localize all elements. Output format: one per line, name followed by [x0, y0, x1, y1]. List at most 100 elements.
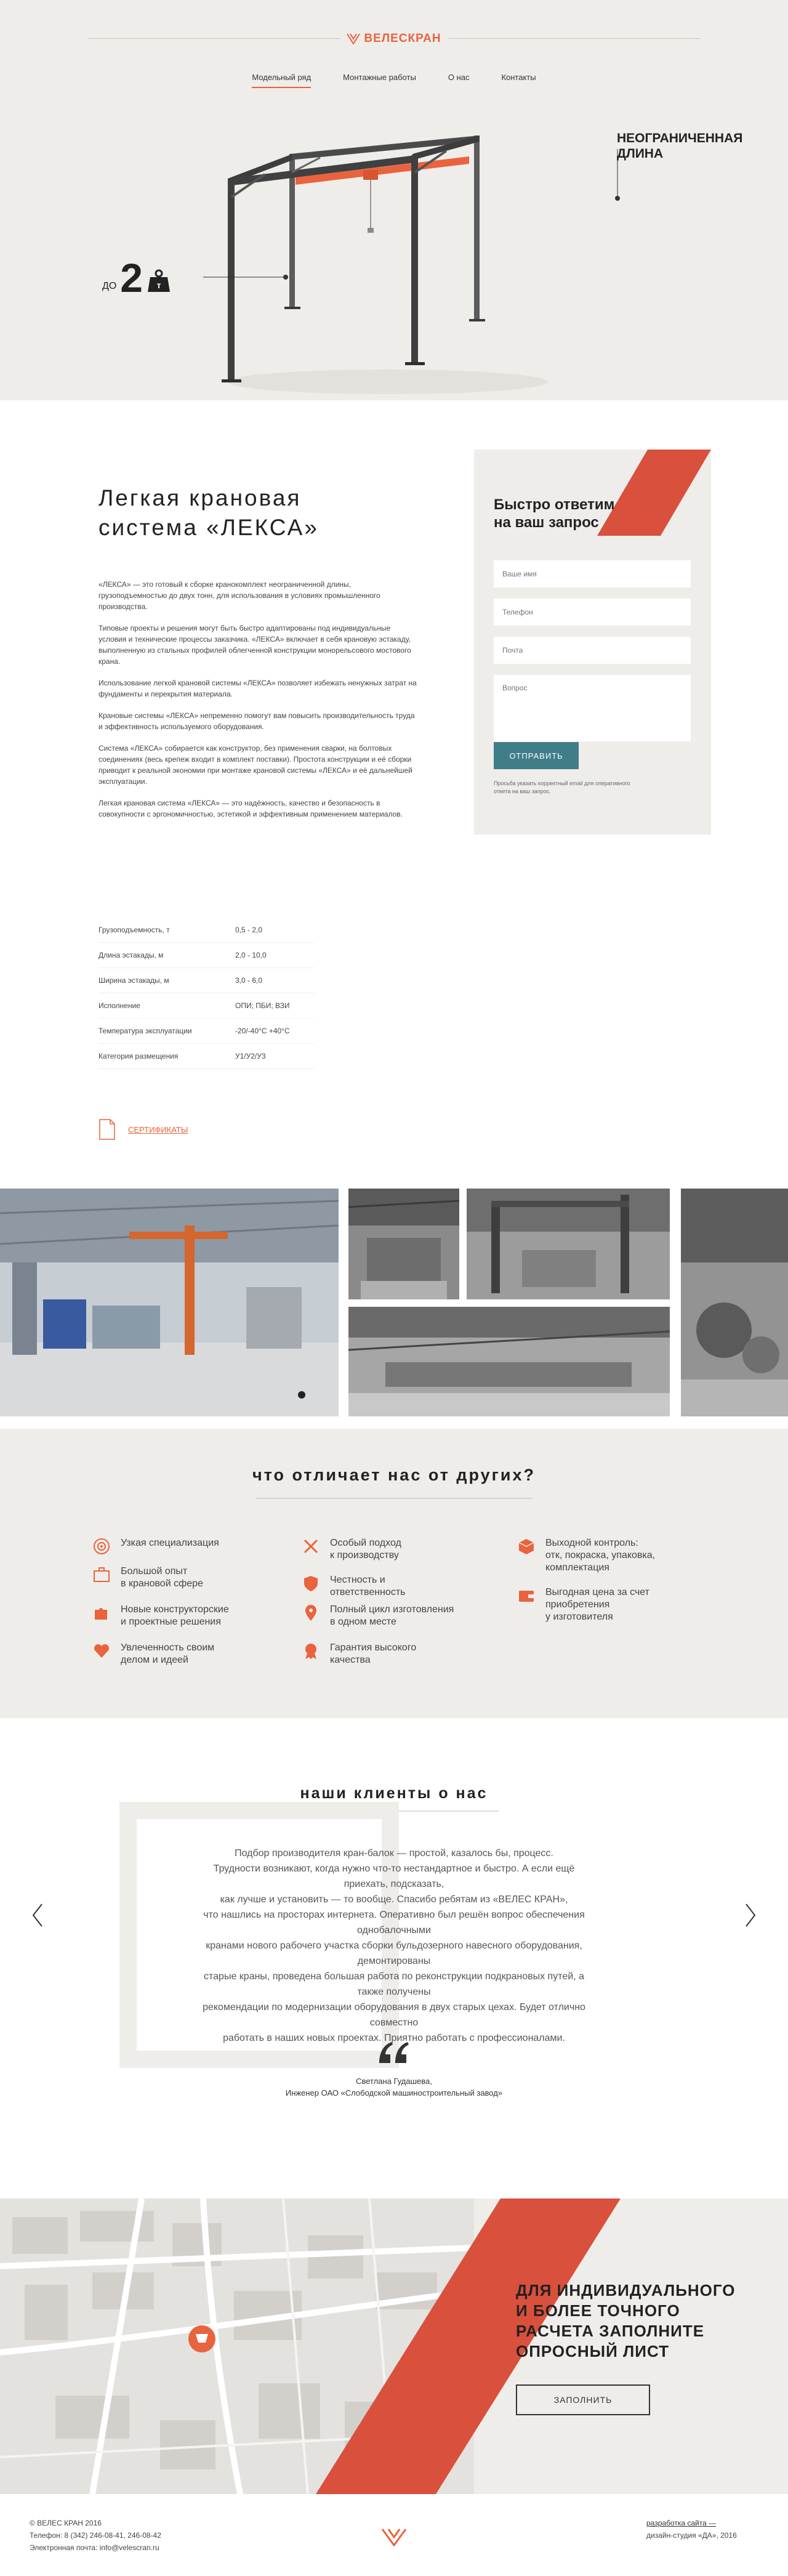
badge-icon — [305, 1644, 316, 1659]
feature-item: Новые конструкторские и проектные решения — [92, 1604, 252, 1628]
footer-contacts: © ВЕЛЕС КРАН 2016 Телефон: 8 (342) 246-0… — [30, 2517, 161, 2554]
certificates-label[interactable]: СЕРТИФИКАТЫ — [128, 1125, 188, 1134]
review-author-block: Светлана Гудашева, Инженер ОАО «Слободск… — [209, 2075, 579, 2099]
nav-item-installation[interactable]: Монтажные работы — [343, 73, 416, 88]
feature-text: качества — [330, 1655, 371, 1665]
features-section: что отличает нас от других? Узкая специа… — [0, 1429, 788, 1718]
review-line: что нашлись на просторах интернета. Опер… — [203, 1910, 585, 1936]
gallery-photo-2[interactable] — [467, 1189, 670, 1299]
spec-row: Температура эксплуатации -20/-40°С +40°С — [98, 1019, 314, 1044]
gallery-photo-1[interactable] — [348, 1189, 459, 1299]
description-paragraph: Система «ЛЕКСА» собирается как конструкт… — [98, 744, 412, 786]
spec-name: Грузоподъемность, т — [98, 926, 170, 934]
feature-text: Полный цикл изготовления — [330, 1604, 454, 1615]
form-title: Быстро ответим на ваш запрос — [494, 496, 614, 531]
review-text: Подбор производителя кран-балок — просто… — [197, 1846, 591, 2046]
wallet-icon — [519, 1591, 534, 1602]
feature-item: Честность и ответственность — [302, 1574, 462, 1599]
question-field[interactable] — [494, 675, 691, 741]
feature-item: Полный цикл изготовления в одном месте — [302, 1604, 462, 1628]
logo[interactable]: ВЕЛЕСКРАН — [340, 30, 448, 48]
gallery-photo-workshop[interactable] — [0, 1189, 339, 1416]
feature-text: Выгодная цена за счет — [545, 1587, 649, 1597]
feature-text: отк, покраска, упаковка, — [545, 1550, 656, 1561]
location-icon — [305, 1605, 316, 1621]
phones: Телефон: 8 (342) 246-08-41, 246-08-42 — [30, 2531, 161, 2540]
footer-logo-icon[interactable] — [381, 2528, 407, 2546]
nav-item-models[interactable]: Модельный ряд — [252, 73, 312, 88]
submit-button[interactable]: ОТПРАВИТЬ — [494, 742, 579, 769]
description-paragraph: Использование легкой крановой системы «Л… — [98, 679, 417, 698]
spec-value: У1/У2/У3 — [235, 1052, 266, 1060]
cta-title-line: ДЛЯ ИНДИВИДУАЛЬНОГО — [516, 2281, 736, 2299]
spec-name: Ширина эстакады, м — [98, 976, 169, 985]
feature-text: приобретения — [545, 1599, 610, 1610]
feature-item: Особый подход к производству — [302, 1537, 462, 1562]
capacity-value: 2 — [120, 255, 143, 301]
feature-text: делом и идеей — [121, 1655, 188, 1665]
feature-item: Выходной контроль: отк, покраска, упаковк… — [517, 1537, 677, 1574]
logo-mark-icon — [347, 33, 361, 44]
length-callout-line2: ДЛИНА — [617, 147, 664, 161]
fill-questionnaire-button[interactable]: ЗАПОЛНИТЬ — [516, 2384, 650, 2415]
description-paragraph: «ЛЕКСА» — это готовый к сборке кранокомп… — [98, 580, 380, 611]
spec-value: 0,5 - 2,0 — [235, 926, 263, 934]
feature-text: Узкая специализация — [121, 1538, 219, 1548]
name-field[interactable] — [494, 560, 691, 587]
spec-row: Ширина эстакады, м 3,0 - 6,0 — [98, 968, 314, 993]
phone-field[interactable] — [494, 599, 691, 626]
spec-value: ОПИ; ПБИ; ВЗИ — [235, 1001, 290, 1010]
quote-icon — [379, 2042, 409, 2063]
review-author: Светлана Гудашева, — [356, 2077, 432, 2086]
feature-text: Гарантия высокого — [330, 1642, 417, 1653]
review-author-position: Инженер ОАО «Слободской машиностроительн… — [285, 2088, 503, 2098]
review-line: как лучше и установить — то вообще. Спас… — [220, 1894, 568, 1905]
certificates-link[interactable]: СЕРТИФИКАТЫ — [98, 1118, 188, 1141]
features-title: что отличает нас от других? — [252, 1466, 536, 1484]
product-title-line1: Легкая крановая — [98, 485, 302, 511]
spec-value: 3,0 - 6,0 — [235, 976, 263, 985]
capacity-prefix: ДО — [102, 281, 117, 291]
quick-request-form: Быстро ответим на ваш запрос — [474, 450, 711, 834]
shield-icon — [304, 1576, 318, 1591]
reviews-title: наши клиенты о нас — [300, 1785, 488, 1802]
form-title-line2: на ваш запрос — [494, 514, 599, 531]
arrow-right-icon[interactable] — [742, 1902, 758, 1929]
feature-item: Узкая специализация — [92, 1537, 252, 1556]
nav-item-contacts[interactable]: Контакты — [501, 73, 536, 88]
cta-title-line: ОПРОСНЫЙ ЛИСТ — [516, 2342, 669, 2360]
feature-text: и проектные решения — [121, 1617, 221, 1627]
features-underline — [255, 1498, 533, 1499]
description-paragraph: Типовые проекты и решения могут быть быс… — [98, 624, 411, 666]
spec-value: 2,0 - 10,0 — [235, 951, 267, 959]
cta-title: ДЛЯ ИНДИВИДУАЛЬНОГО И БОЛЕЕ ТОЧНОГО РАСЧ… — [516, 2280, 736, 2362]
form-title-line1: Быстро ответим — [494, 496, 615, 513]
nav-item-about[interactable]: О нас — [448, 73, 470, 88]
gallery-photo-3[interactable] — [348, 1307, 670, 1416]
heart-icon — [94, 1644, 110, 1658]
gallery-photo-4[interactable] — [681, 1189, 788, 1416]
review-line: старые краны, проведена большая работа п… — [204, 1971, 584, 1997]
length-callout-line1: НЕОГРАНИЧЕННАЯ — [617, 131, 743, 145]
cta-title-line: И БОЛЕЕ ТОЧНОГО — [516, 2301, 680, 2320]
description-paragraph: Легкая крановая система «ЛЕКСА» — это на… — [98, 799, 403, 818]
spec-name: Категория размещения — [98, 1052, 179, 1060]
developer-link[interactable]: разработка сайта — — [646, 2517, 737, 2529]
feature-item: Увлеченность своим делом и идеей — [92, 1642, 252, 1666]
spec-value: -20/-40°С +40°С — [235, 1027, 290, 1035]
arrow-left-icon[interactable] — [30, 1902, 46, 1929]
email-field[interactable] — [494, 637, 691, 664]
puzzle-icon — [95, 1608, 107, 1620]
developer-credit: разработка сайта — дизайн-студия «ДА», 2… — [646, 2517, 737, 2542]
reviews-section: наши клиенты о нас Подбор производителя … — [0, 1718, 788, 2198]
review-line: рекомендации по модернизации оборудовани… — [203, 2002, 585, 2028]
weight-icon: т — [148, 269, 170, 292]
feature-text: Новые конструкторские — [121, 1604, 229, 1615]
product-title-line2: система «ЛЕКСА» — [98, 515, 319, 540]
hero-section: ВЕЛЕСКРАН Модельный ряд Монтажные работы… — [0, 0, 788, 400]
review-line: кранами нового рабочего участка сборки б… — [206, 1940, 582, 1966]
feature-item: Гарантия высокого качества — [302, 1642, 462, 1666]
capacity-pointer-icon — [203, 275, 288, 280]
feature-text: в одном месте — [330, 1617, 396, 1627]
feature-item: Выгодная цена за счет приобретения у изгот… — [517, 1586, 677, 1623]
